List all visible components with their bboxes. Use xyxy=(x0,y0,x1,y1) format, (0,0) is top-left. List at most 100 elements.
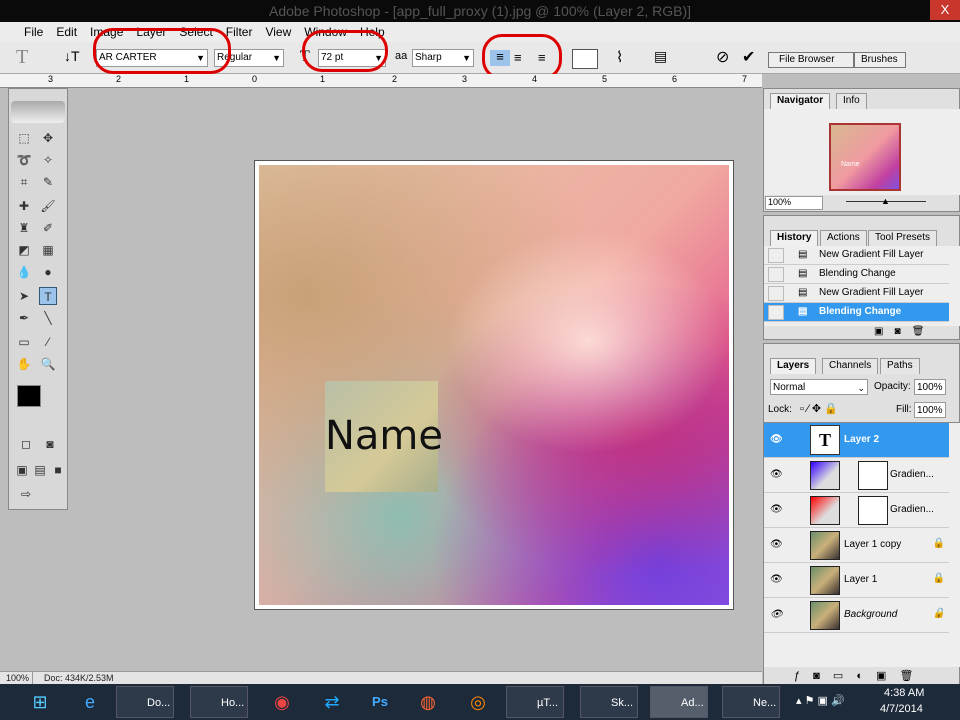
lock-icon: 🔒 xyxy=(932,573,945,584)
taskbar-adobe[interactable]: Ad... xyxy=(650,686,708,718)
healing-brush-icon[interactable]: ✚ xyxy=(15,197,33,215)
history-item[interactable]: ▤ New Gradient Fill Layer xyxy=(764,284,949,303)
app-icon[interactable]: ◉ xyxy=(268,688,296,716)
lock-icons[interactable]: ▫ ⁄ ✥ 🔒 xyxy=(800,402,838,415)
navigator-thumbnail[interactable]: Name xyxy=(829,123,901,191)
brush-tool-icon[interactable]: 🖌 xyxy=(39,197,57,215)
tab-info[interactable]: Info xyxy=(836,93,867,109)
commit-icon[interactable]: ✔ xyxy=(742,47,755,67)
text-orientation-icon[interactable]: ↓T xyxy=(64,48,80,64)
layer-row[interactable]: 👁 Background 🔒 xyxy=(764,598,949,633)
document-canvas[interactable]: Name xyxy=(254,160,734,610)
layer-mask xyxy=(858,496,888,525)
notes-tool-icon[interactable]: ▭ xyxy=(15,333,33,351)
fill-field[interactable]: 100% xyxy=(914,402,946,418)
standard-mode-icon[interactable]: ◻ xyxy=(17,435,35,453)
dodge-tool-icon[interactable]: ● xyxy=(39,263,57,281)
layer-row[interactable]: 👁 Layer 1 copy 🔒 xyxy=(764,528,949,563)
magic-wand-icon[interactable]: ✧ xyxy=(39,151,57,169)
crop-tool-icon[interactable]: ⌗ xyxy=(15,173,33,191)
slice-tool-icon[interactable]: ✎ xyxy=(39,173,57,191)
screen-mode-menubar-icon[interactable]: ▤ xyxy=(31,461,49,479)
annotation-circle xyxy=(93,28,231,74)
warp-text-icon[interactable]: ⌇ xyxy=(616,48,623,66)
imageready-icon[interactable]: ⇨ xyxy=(17,485,35,503)
tab-paths[interactable]: Paths xyxy=(880,358,920,374)
ruler-tick: 2 xyxy=(392,74,398,84)
status-zoom[interactable]: 100% xyxy=(3,672,34,684)
zoom-tool-icon[interactable]: 🔍 xyxy=(39,355,57,373)
blur-tool-icon[interactable]: 💧 xyxy=(15,263,33,281)
layer-row-selected[interactable]: 👁 T Layer 2 xyxy=(764,423,949,458)
taskbar-chrome[interactable]: Ho... xyxy=(190,686,248,718)
gradient-tool-icon[interactable]: ▦ xyxy=(39,241,57,259)
history-brush-icon[interactable]: ✐ xyxy=(39,219,57,237)
tab-navigator[interactable]: Navigator xyxy=(770,93,831,109)
quick-mask-icon[interactable]: ◙ xyxy=(41,435,59,453)
layer-row[interactable]: 👁 Gradien... xyxy=(764,458,949,493)
firefox-icon[interactable]: ◎ xyxy=(464,688,492,716)
menu-edit[interactable]: Edit xyxy=(56,25,77,39)
lasso-tool-icon[interactable]: ➰ xyxy=(15,151,33,169)
taskbar-notepad[interactable]: Ne... xyxy=(722,686,780,718)
tab-history[interactable]: History xyxy=(770,230,819,246)
file-browser-tab[interactable]: File Browser xyxy=(768,52,854,68)
layer-row[interactable]: 👁 Gradien... xyxy=(764,493,949,528)
menu-filter[interactable]: Filter xyxy=(226,25,253,39)
slider-handle[interactable]: ▲ xyxy=(881,196,890,206)
move-tool-icon[interactable]: ✥ xyxy=(39,129,57,147)
browser-icon[interactable]: ◍ xyxy=(414,688,442,716)
menu-file[interactable]: File xyxy=(24,25,43,39)
menu-view[interactable]: View xyxy=(265,25,291,39)
lock-icon: 🔒 xyxy=(932,608,945,619)
tab-tool-presets[interactable]: Tool Presets xyxy=(868,230,938,246)
taskbar-utorrent[interactable]: µT... xyxy=(506,686,564,718)
screen-mode-icon[interactable]: ▣ xyxy=(13,461,31,479)
type-tool-preset-icon[interactable]: T xyxy=(16,46,28,69)
taskbar-skype[interactable]: Sk... xyxy=(580,686,638,718)
eyedropper-icon[interactable]: ⁄ xyxy=(39,333,57,351)
path-select-icon[interactable]: ➤ xyxy=(15,287,33,305)
full-screen-icon[interactable]: ■ xyxy=(49,461,67,479)
opacity-field[interactable]: 100% xyxy=(914,379,946,395)
pen-tool-icon[interactable]: ✒ xyxy=(15,309,33,327)
palettes-icon[interactable]: ▤ xyxy=(654,48,667,65)
clock-date[interactable]: 4/7/2014 xyxy=(880,703,923,715)
eraser-tool-icon[interactable]: ◩ xyxy=(15,241,33,259)
hand-tool-icon[interactable]: ✋ xyxy=(15,355,33,373)
layer-row[interactable]: 👁 Layer 1 🔒 xyxy=(764,563,949,598)
history-item[interactable]: ▤ Blending Change xyxy=(764,265,949,284)
ie-icon[interactable]: e xyxy=(76,688,104,716)
history-footer-icons[interactable]: ▣ ◙ 🗑 xyxy=(874,326,924,337)
name-text-layer[interactable]: Name xyxy=(325,381,443,492)
foreground-color[interactable] xyxy=(17,385,41,407)
brushes-tab[interactable]: Brushes xyxy=(854,52,906,68)
text-color-swatch[interactable] xyxy=(572,49,598,69)
antialias-value: Sharp xyxy=(415,52,442,63)
type-tool-icon[interactable]: T xyxy=(39,287,57,305)
text-layer-thumbnail: T xyxy=(810,425,840,455)
history-item[interactable]: ▤ New Gradient Fill Layer xyxy=(764,246,949,265)
tab-layers[interactable]: Layers xyxy=(770,358,817,374)
stamp-tool-icon[interactable]: ♜ xyxy=(15,219,33,237)
taskbar: ⊞ e Do... Ho... ◉ ⇄ Ps ◍ ◎ µT... Sk... A… xyxy=(0,684,960,720)
marquee-tool-icon[interactable]: ⬚ xyxy=(15,129,33,147)
tray-icons[interactable]: ▴ ⚑ ▣ 🔊 xyxy=(796,694,845,707)
cancel-icon[interactable]: ⊘ xyxy=(716,47,729,67)
navigator-zoom-field[interactable]: 100% xyxy=(765,196,823,210)
start-button-icon[interactable]: ⊞ xyxy=(26,688,54,716)
taskbar-explorer[interactable]: Do... xyxy=(116,686,174,718)
blend-mode-select[interactable]: Normal ⌄ xyxy=(770,379,868,395)
layers-footer-icons[interactable]: ƒ ◙ ▭ ◐ ▣ 🗑 xyxy=(794,669,913,682)
photoshop-icon[interactable]: Ps xyxy=(366,688,394,716)
line-tool-icon[interactable]: ╲ xyxy=(39,309,57,327)
history-item-selected[interactable]: ▤ Blending Change xyxy=(764,303,949,322)
antialias-icon: aa xyxy=(395,50,408,62)
ruler-tick: 3 xyxy=(462,74,468,84)
close-button[interactable]: X xyxy=(930,0,960,20)
tab-actions[interactable]: Actions xyxy=(820,230,867,246)
teamviewer-icon[interactable]: ⇄ xyxy=(318,688,346,716)
antialias-select[interactable]: Sharp ▼ xyxy=(412,49,474,67)
clock-time[interactable]: 4:38 AM xyxy=(884,687,924,699)
tab-channels[interactable]: Channels xyxy=(822,358,879,374)
